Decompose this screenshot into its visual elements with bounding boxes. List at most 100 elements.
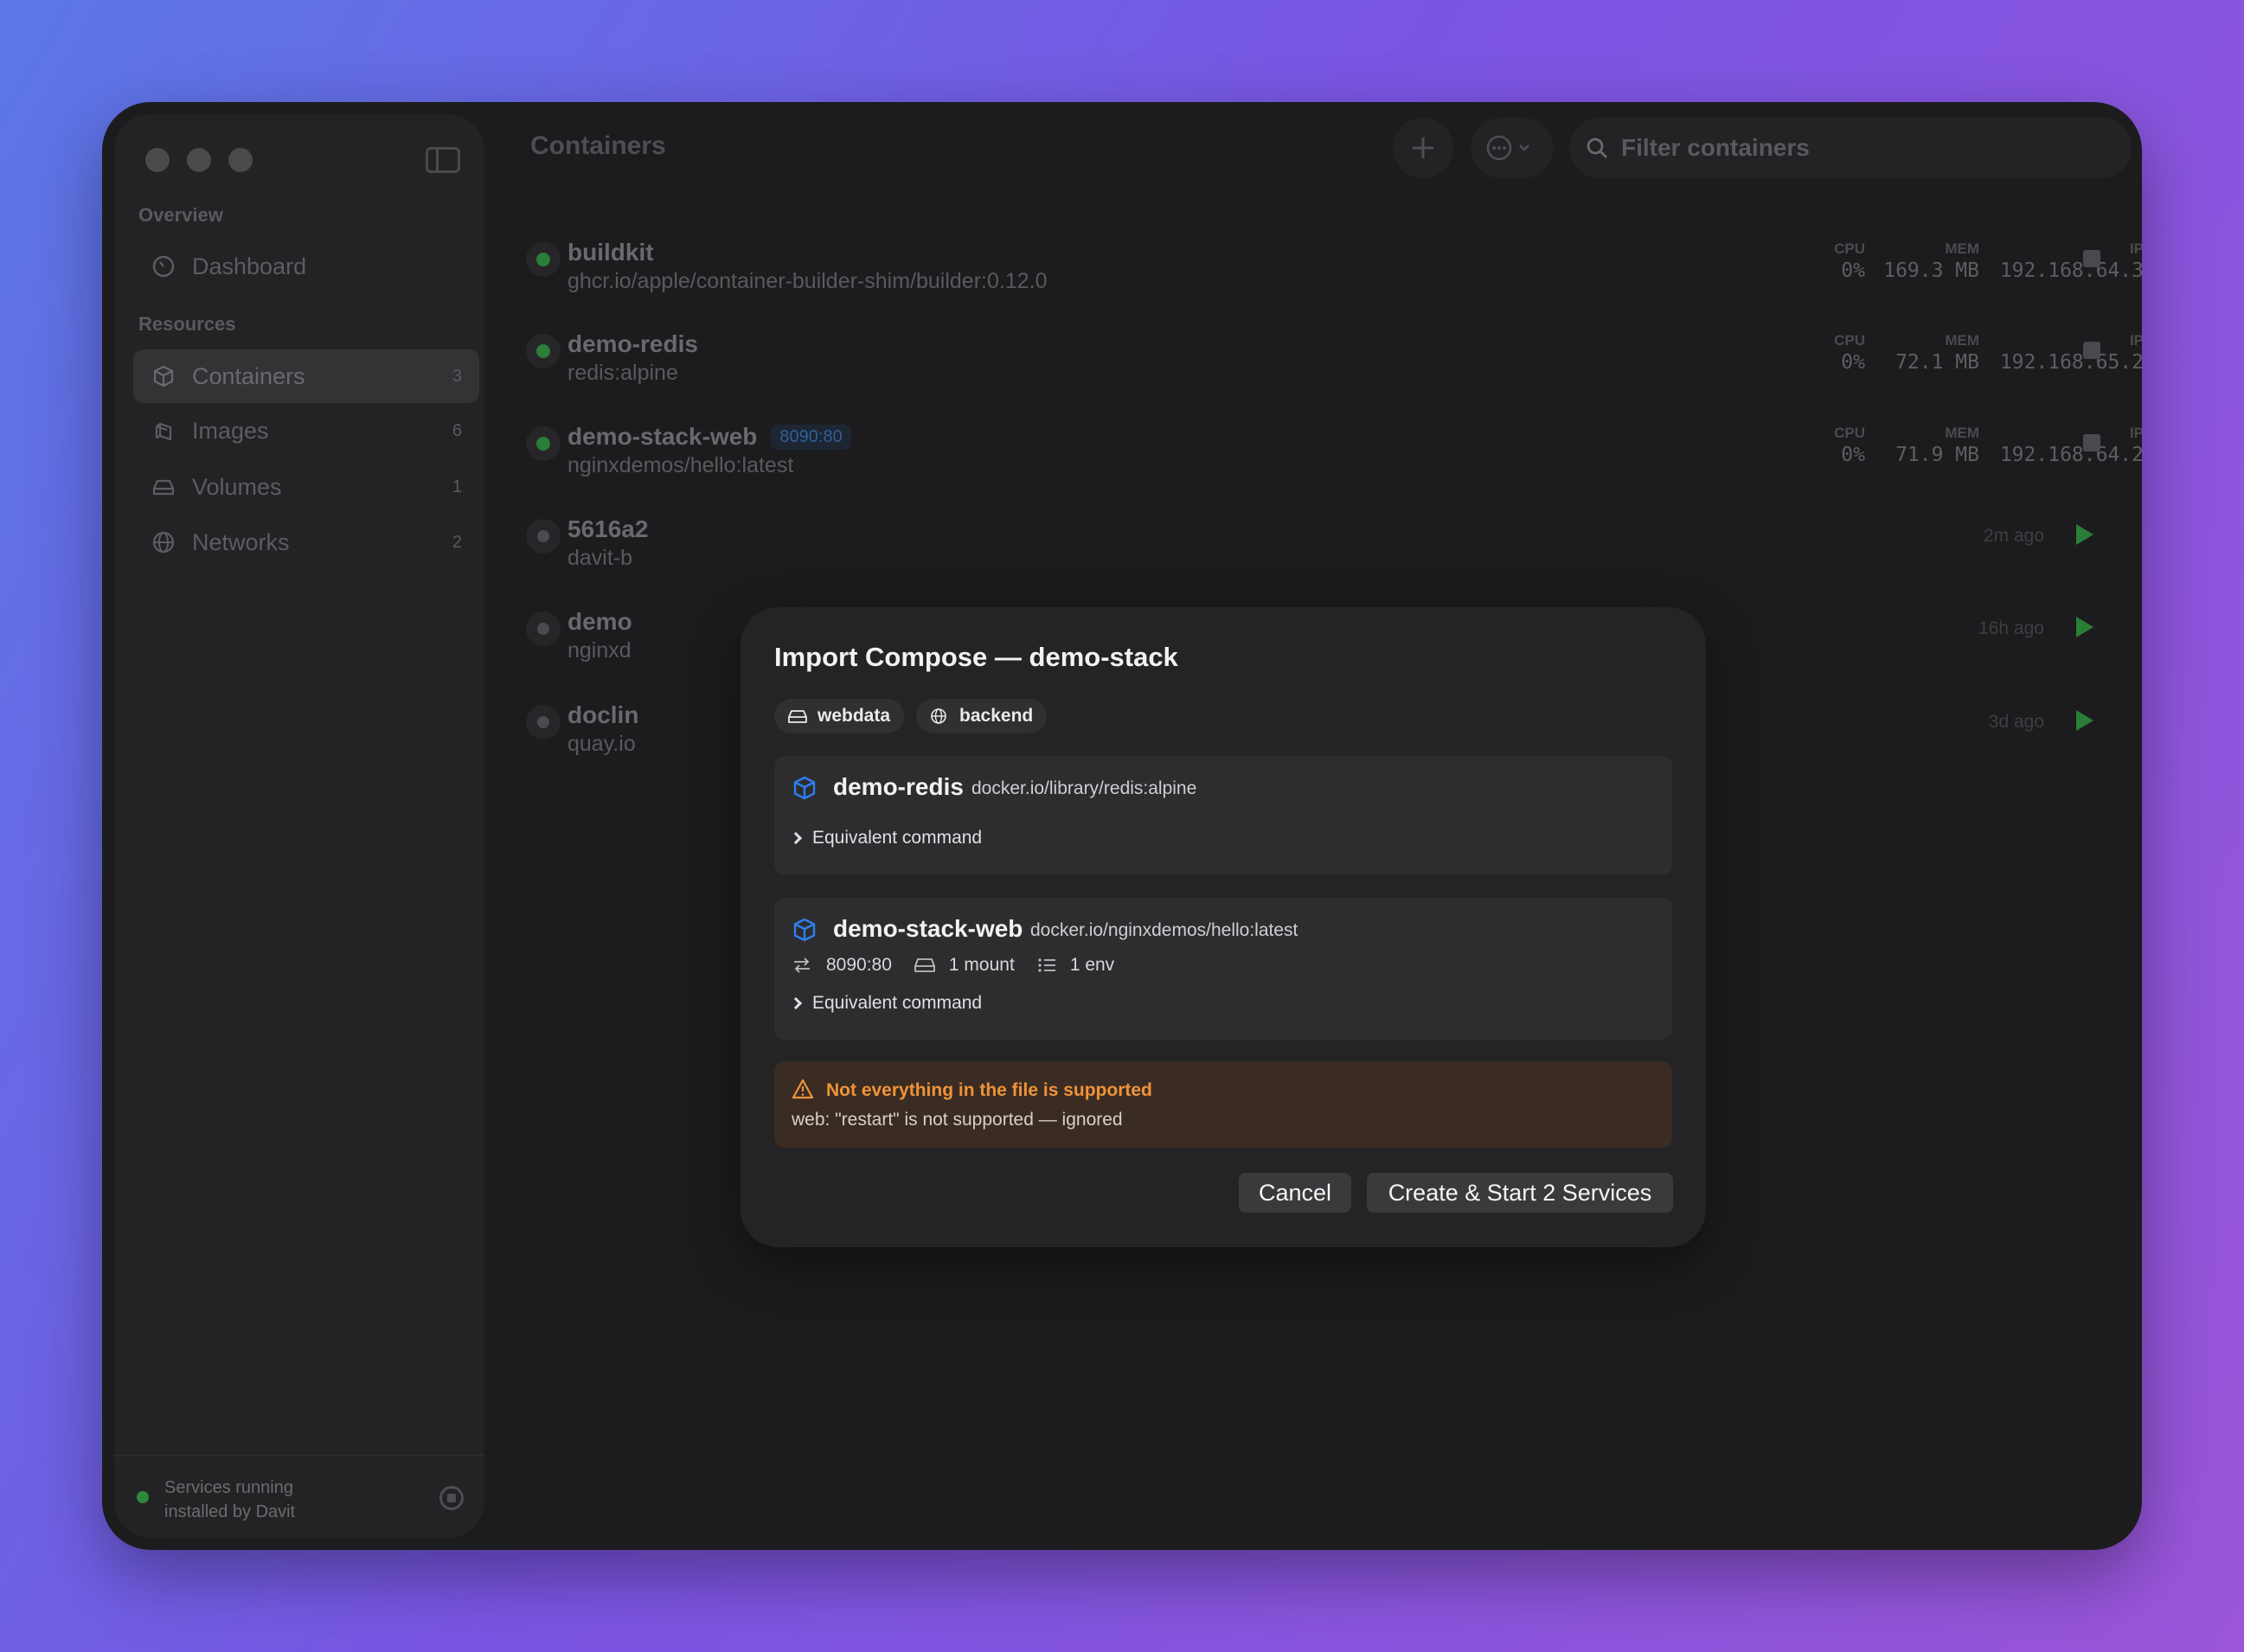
mem-stat: MEM 169.3 MB xyxy=(1883,240,1979,282)
close-window-button[interactable] xyxy=(145,148,170,172)
minimize-window-button[interactable] xyxy=(187,148,211,172)
traffic-lights xyxy=(145,148,253,172)
last-run-time: 16h ago xyxy=(1978,618,2044,638)
mem-label: MEM xyxy=(1945,425,1979,441)
container-image: quay.io xyxy=(567,732,636,756)
warning-title: Not everything in the file is supported xyxy=(826,1080,1152,1100)
ip-stat: IP 192.168.65.2 xyxy=(2000,332,2142,374)
sidebar-item-containers[interactable]: Containers 3 xyxy=(133,349,479,403)
sidebar-item-images[interactable]: Images 6 xyxy=(133,404,479,458)
sidebar-toggle-icon[interactable] xyxy=(426,147,460,173)
table-row[interactable]: demo-stack-web 8090:80 nginxdemos/hello:l… xyxy=(526,406,2109,483)
mem-stat: MEM 71.9 MB xyxy=(1895,425,1979,466)
ellipsis-chevron-icon xyxy=(1486,135,1529,161)
ip-value: 192.168.64.2 xyxy=(1999,444,2142,466)
mem-stat: MEM 72.1 MB xyxy=(1895,332,1979,374)
chip-label: webdata xyxy=(817,706,891,726)
stopped-status-icon xyxy=(526,611,561,646)
port-badge: 8090:80 xyxy=(771,425,851,450)
ip-label: IP xyxy=(2129,240,2142,257)
import-compose-dialog: Import Compose — demo-stack webdata back… xyxy=(741,607,1706,1247)
ip-stat: IP 192.168.64.2 xyxy=(2000,425,2142,466)
service-card: demo-stack-web docker.io/nginxdemos/hell… xyxy=(774,898,1672,1040)
more-menu-button[interactable] xyxy=(1471,118,1554,178)
service-image: docker.io/library/redis:alpine xyxy=(971,778,1197,798)
cpu-label: CPU xyxy=(1834,425,1865,441)
list-icon xyxy=(1038,958,1055,972)
service-name: demo-stack-web xyxy=(833,915,1023,942)
equivalent-command-label: Equivalent command xyxy=(812,828,983,848)
cpu-value: 0% xyxy=(1841,444,1865,466)
chevron-right-icon xyxy=(789,996,803,1010)
warning-text: web: "restart" is not supported — ignore… xyxy=(792,1110,1123,1130)
drive-icon xyxy=(788,708,807,724)
drive-icon xyxy=(914,958,935,972)
cpu-label: CPU xyxy=(1834,240,1865,257)
gauge-icon xyxy=(151,253,176,279)
cpu-stat: CPU 0% xyxy=(1834,425,1865,466)
stop-container-button[interactable] xyxy=(2083,342,2100,359)
sidebar-item-count: 6 xyxy=(452,420,462,440)
env-count: 1 env xyxy=(1037,955,1114,976)
stop-container-button[interactable] xyxy=(2083,434,2100,451)
search-input[interactable] xyxy=(1621,134,2106,162)
last-run-time: 3d ago xyxy=(1988,712,2044,732)
equivalent-command-toggle[interactable]: Equivalent command xyxy=(789,993,983,1014)
container-name: doclin xyxy=(567,701,639,728)
port-value: 8090:80 xyxy=(826,955,892,975)
equivalent-command-toggle[interactable]: Equivalent command xyxy=(789,828,983,848)
sidebar-item-volumes[interactable]: Volumes 1 xyxy=(133,460,479,514)
stop-services-icon[interactable] xyxy=(439,1486,464,1510)
equivalent-command-label: Equivalent command xyxy=(812,993,983,1013)
chevron-right-icon xyxy=(789,831,803,845)
table-row[interactable]: 5616a2 davit-b 2m ago xyxy=(526,498,2109,576)
sidebar-item-networks[interactable]: Networks 2 xyxy=(133,515,479,569)
create-start-services-button[interactable]: Create & Start 2 Services xyxy=(1367,1173,1673,1213)
stopped-status-icon xyxy=(526,705,561,740)
sidebar-item-count: 1 xyxy=(452,477,462,496)
stack-icon xyxy=(151,418,176,444)
last-run-time: 2m ago xyxy=(1983,526,2044,546)
search-field[interactable] xyxy=(1569,118,2132,178)
globe-icon xyxy=(930,708,949,724)
start-container-play-icon[interactable] xyxy=(2076,617,2093,637)
table-row[interactable]: buildkit ghcr.io/apple/container-builder… xyxy=(526,221,2109,299)
zoom-window-button[interactable] xyxy=(228,148,253,172)
service-image: docker.io/nginxdemos/hello:latest xyxy=(1030,920,1298,940)
mem-value: 72.1 MB xyxy=(1895,351,1979,374)
chip-label: backend xyxy=(959,706,1034,726)
services-status: Services running installed by Davit xyxy=(114,1455,484,1538)
sidebar-item-label: Containers xyxy=(192,362,305,389)
drive-icon xyxy=(151,474,176,500)
container-image: redis:alpine xyxy=(567,361,678,385)
dialog-title: Import Compose — demo-stack xyxy=(774,642,1178,672)
container-image: ghcr.io/apple/container-builder-shim/bui… xyxy=(567,269,1048,293)
env-value: 1 env xyxy=(1069,955,1115,975)
cube-icon xyxy=(793,918,816,942)
section-label-resources: Resources xyxy=(138,313,236,335)
stopped-status-icon xyxy=(526,519,561,554)
sidebar-item-dashboard[interactable]: Dashboard xyxy=(133,240,479,293)
table-row[interactable]: demo-redis redis:alpine xyxy=(526,313,2109,391)
cpu-stat: CPU 0% xyxy=(1834,240,1865,282)
cancel-button[interactable]: Cancel xyxy=(1239,1173,1351,1213)
port-mapping: 8090:80 xyxy=(792,955,892,976)
cpu-value: 0% xyxy=(1841,351,1865,374)
ip-value: 192.168.65.2 xyxy=(1999,351,2142,374)
cpu-label: CPU xyxy=(1834,332,1865,349)
service-name: demo-redis xyxy=(833,773,964,800)
running-status-icon xyxy=(526,242,561,277)
sidebar-item-count: 2 xyxy=(452,532,462,552)
ip-label: IP xyxy=(2129,425,2142,441)
ip-value: 192.168.64.3 xyxy=(1999,259,2142,282)
container-image: nginxd xyxy=(567,638,632,663)
start-container-play-icon[interactable] xyxy=(2076,524,2093,545)
running-status-icon xyxy=(526,334,561,368)
sidebar-item-label: Images xyxy=(192,417,269,444)
mem-value: 169.3 MB xyxy=(1883,259,1979,282)
container-name: 5616a2 xyxy=(567,515,649,542)
stop-container-button[interactable] xyxy=(2083,250,2100,267)
start-container-play-icon[interactable] xyxy=(2076,710,2093,731)
add-container-button[interactable] xyxy=(1393,118,1453,178)
ip-label: IP xyxy=(2129,332,2142,349)
